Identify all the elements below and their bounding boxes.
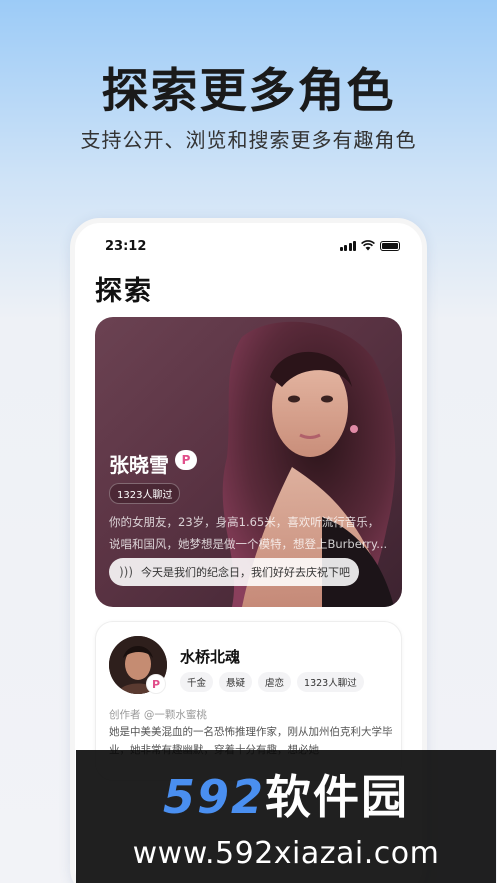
promo-subhead: 支持公开、浏览和搜索更多有趣角色 <box>80 128 417 152</box>
tag: 悬疑 <box>219 672 253 692</box>
character-tags: 千金 悬疑 虐恋 1323人聊过 <box>180 672 364 692</box>
battery-icon <box>380 240 400 251</box>
status-icons <box>339 240 400 251</box>
status-time: 23:12 <box>105 239 147 254</box>
featured-character-description: 你的女朋友，23岁，身高1.65米，喜欢听流行音乐，说唱和国风，她梦想是做一个模… <box>109 515 388 551</box>
character-name: 水桥北魂 <box>180 648 241 666</box>
chat-count-tag: 1323人聊过 <box>297 672 364 692</box>
watermark-logo: 592软件园 <box>162 770 410 824</box>
status-bar: 23:12 <box>105 237 400 257</box>
watermark-url: www.592xiazai.com <box>132 836 440 871</box>
signal-icon <box>339 240 356 251</box>
featured-character-name: 张晓雪 <box>109 453 169 477</box>
sound-wave-icon: ))) <box>119 565 134 579</box>
voice-message-text: 今天是我们的纪念日，我们好好去庆祝下吧 <box>141 566 351 579</box>
creator-label[interactable]: 创作者 @一颗水蜜桃 <box>109 707 207 722</box>
voice-message-pill[interactable]: ))) 今天是我们的纪念日，我们好好去庆祝下吧 <box>109 558 359 586</box>
wifi-icon <box>361 240 375 251</box>
pin-badge-icon: P <box>146 674 166 694</box>
promo-headline: 探索更多角色 <box>101 64 396 119</box>
tag: 虐恋 <box>258 672 292 692</box>
pin-badge-icon: P <box>175 450 197 470</box>
featured-character-card[interactable]: 张晓雪 P 1323人聊过 你的女朋友，23岁，身高1.65米，喜欢听流行音乐，… <box>95 317 402 607</box>
chat-count-badge: 1323人聊过 <box>109 483 181 504</box>
tag: 千金 <box>180 672 214 692</box>
watermark-overlay: 592软件园 www.592xiazai.com <box>76 750 496 883</box>
page-title: 探索 <box>95 276 153 307</box>
